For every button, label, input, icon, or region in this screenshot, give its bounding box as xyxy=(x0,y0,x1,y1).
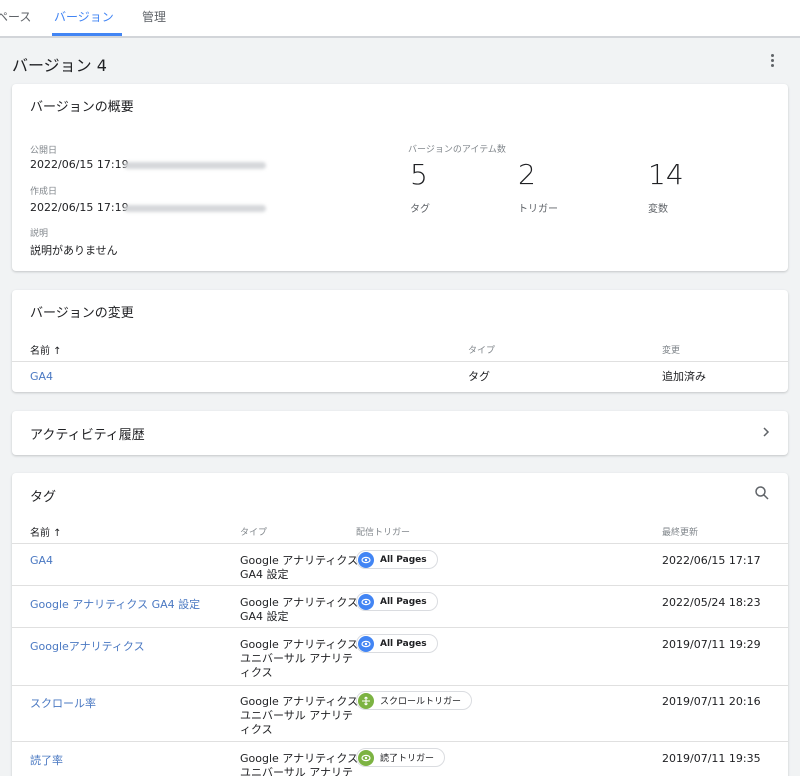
tag-name-link[interactable]: 読了率 xyxy=(30,752,63,768)
tag-last-updated: 2019/07/11 19:29 xyxy=(662,638,761,651)
trigger-chip[interactable]: All Pages xyxy=(356,592,438,611)
eye-icon xyxy=(358,593,374,610)
redacted-email xyxy=(124,162,266,169)
variable-count-label: 変数 xyxy=(648,204,668,215)
divider xyxy=(12,741,788,742)
activity-title: アクティビティ履歴 xyxy=(30,428,145,443)
variable-count: 14 xyxy=(648,158,684,191)
sort-by-name-header[interactable]: 名前 ↑ xyxy=(30,342,62,357)
tag-name-link[interactable]: Google アナリティクス GA4 設定 xyxy=(30,596,200,612)
eye-icon xyxy=(358,749,374,766)
sort-by-name-header[interactable]: 名前 ↑ xyxy=(30,524,62,539)
published-label: 公開日 xyxy=(30,146,58,156)
top-tab-bar: ペース バージョン 管理 xyxy=(0,0,800,38)
created-label: 作成日 xyxy=(30,187,58,197)
version-overview-card: バージョンの概要 公開日 2022/06/15 17:19 作成日 2022/0… xyxy=(12,84,788,271)
eye-icon xyxy=(358,551,374,568)
activity-history-card[interactable]: アクティビティ履歴 xyxy=(12,411,788,455)
trigger-chip[interactable]: 読了トリガー xyxy=(356,748,446,767)
tag-name-link[interactable]: GA4 xyxy=(30,554,53,567)
divider xyxy=(12,361,788,362)
tag-count-label: タグ xyxy=(410,204,430,215)
tag-type: Google アナリティクス: ユニバーサル アナリテ ィクス xyxy=(240,638,362,679)
tag-type: Google アナリティクス: GA4 設定 xyxy=(240,554,362,581)
trigger-column-header: 配信トリガー xyxy=(356,528,411,538)
divider xyxy=(12,685,788,686)
change-row-name-link[interactable]: GA4 xyxy=(30,370,53,383)
tag-type: Google アナリティクス: ユニバーサル アナリテ xyxy=(240,752,362,776)
tag-name-link[interactable]: スクロール率 xyxy=(30,695,96,711)
divider xyxy=(12,585,788,586)
tag-type: Google アナリティクス: GA4 設定 xyxy=(240,596,362,623)
scroll-icon xyxy=(358,692,374,709)
change-row-status: 追加済み xyxy=(662,370,706,383)
created-value: 2022/06/15 17:19 xyxy=(30,201,129,214)
trigger-count: 2 xyxy=(518,158,536,191)
tag-last-updated: 2019/07/11 19:35 xyxy=(662,752,761,765)
version-changes-card: バージョンの変更 名前 ↑ タイプ 変更 GA4 タグ 追加済み xyxy=(12,290,788,392)
tag-type: Google アナリティクス: ユニバーサル アナリテ ィクス xyxy=(240,695,362,736)
change-row-type: タグ xyxy=(468,370,490,383)
last-updated-column-header: 最終更新 xyxy=(662,528,699,538)
changes-title: バージョンの変更 xyxy=(30,306,134,321)
trigger-chip[interactable]: All Pages xyxy=(356,550,438,569)
tag-name-link[interactable]: Googleアナリティクス xyxy=(30,638,145,654)
description-label: 説明 xyxy=(30,229,49,239)
more-options-button[interactable] xyxy=(762,50,782,70)
tag-last-updated: 2022/05/24 18:23 xyxy=(662,596,761,609)
tab-admin[interactable]: 管理 xyxy=(142,8,166,25)
tab-versions[interactable]: バージョン xyxy=(54,8,114,25)
trigger-chip[interactable]: All Pages xyxy=(356,634,438,653)
published-value: 2022/06/15 17:19 xyxy=(30,158,129,171)
divider xyxy=(12,543,788,544)
eye-icon xyxy=(358,635,374,652)
description-value: 説明がありません xyxy=(30,244,118,257)
tab-workspace[interactable]: ペース xyxy=(0,8,31,25)
tags-title: タグ xyxy=(30,490,57,505)
more-vert-icon xyxy=(770,53,774,57)
trigger-chip[interactable]: スクロールトリガー xyxy=(356,691,473,710)
search-icon[interactable] xyxy=(754,485,770,501)
tag-last-updated: 2019/07/11 20:16 xyxy=(662,695,761,708)
type-column-header: タイプ xyxy=(240,528,268,538)
divider xyxy=(12,627,788,628)
type-column-header: タイプ xyxy=(468,346,496,356)
tag-count: 5 xyxy=(410,158,428,191)
trigger-count-label: トリガー xyxy=(518,204,558,215)
items-count-label: バージョンのアイテム数 xyxy=(408,145,506,155)
redacted-email xyxy=(124,205,266,212)
active-tab-indicator xyxy=(52,33,122,36)
change-column-header: 変更 xyxy=(662,346,681,356)
overview-title: バージョンの概要 xyxy=(30,100,134,115)
tag-last-updated: 2022/06/15 17:17 xyxy=(662,554,761,567)
tags-card: タグ 名前 ↑ タイプ 配信トリガー 最終更新 GA4 Google アナリティ… xyxy=(12,473,788,776)
chevron-right-icon xyxy=(763,427,770,437)
page-title: バージョン 4 xyxy=(12,56,107,75)
